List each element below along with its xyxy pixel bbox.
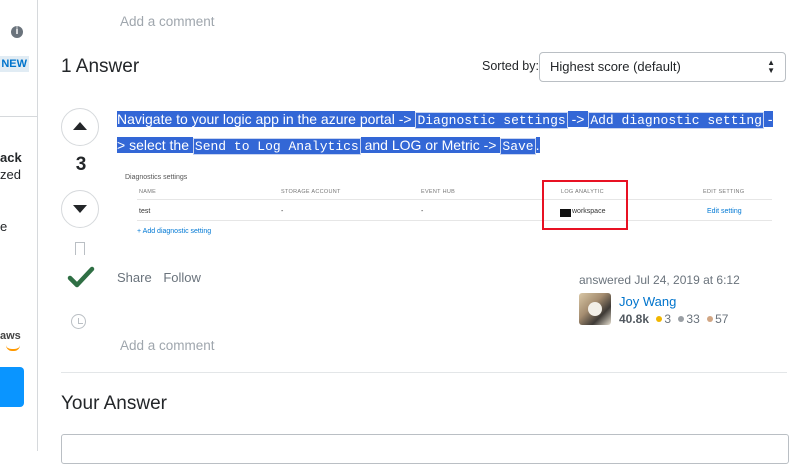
screenshot-cell-eventhub: - — [421, 208, 424, 215]
answer-editor[interactable] — [61, 434, 789, 464]
answer-text-segment: . — [535, 137, 540, 153]
sidebar-text-3: e — [0, 219, 8, 234]
gold-badge-count: 3 — [664, 312, 672, 326]
user-name-link[interactable]: Joy Wang — [619, 294, 676, 309]
answer-text-segment: -> — [567, 111, 589, 127]
silver-badge-count: 33 — [686, 312, 700, 326]
screenshot-divider — [137, 199, 772, 200]
post-menu: Share Follow — [117, 270, 209, 285]
vote-count: 3 — [75, 154, 87, 175]
aws-logo-smile — [6, 345, 20, 351]
answer-text-segment: and LOG or Metric -> — [360, 137, 501, 153]
sort-label: Sorted by: — [482, 59, 539, 73]
sidebar-divider — [0, 116, 37, 117]
screenshot-title: Diagnostics settings — [125, 174, 188, 181]
sort-select[interactable]: Highest score (default) ▲ ▼ — [539, 52, 786, 82]
screenshot-header-storage: STORAGE ACCOUNT — [281, 189, 341, 195]
screenshot-edit-link: Edit setting — [707, 208, 742, 215]
answer-code-segment: Add diagnostic setting — [588, 112, 764, 129]
answered-timestamp[interactable]: answered Jul 24, 2019 at 6:12 — [579, 273, 740, 287]
answers-count-title: 1 Answer — [61, 56, 140, 77]
new-badge: NEW — [0, 56, 29, 72]
gold-badge-icon — [656, 316, 663, 322]
screenshot-header-edit: EDIT SETTING — [703, 189, 745, 195]
sidebar-text-1: ack — [0, 150, 22, 165]
screenshot-divider — [137, 220, 772, 221]
question-add-comment-link[interactable]: Add a comment — [120, 14, 215, 29]
bookmark-notch — [75, 251, 85, 256]
silver-badge-icon — [678, 316, 685, 322]
aws-logo[interactable]: aws — [0, 330, 21, 342]
highlight-rectangle — [542, 180, 628, 230]
follow-link[interactable]: Follow — [163, 270, 201, 285]
user-reputation: 40.8k 3 33 57 — [619, 312, 728, 326]
answer-add-comment-link[interactable]: Add a comment — [120, 338, 215, 353]
sidebar-button[interactable] — [0, 367, 24, 407]
screenshot-cell-storage: - — [281, 208, 284, 215]
avatar-face — [588, 302, 602, 316]
reputation-score: 40.8k — [619, 312, 650, 326]
section-divider — [61, 372, 787, 373]
left-sidebar: i NEW ack zed e aws — [0, 0, 38, 451]
screenshot-header-name: NAME — [139, 189, 157, 195]
arrow-down-icon — [73, 205, 87, 213]
your-answer-title: Your Answer — [61, 393, 167, 414]
sidebar-text-2: zed — [0, 167, 21, 182]
answer-text-segment: Navigate to your logic app in the azure … — [117, 111, 416, 127]
screenshot-cell-name: test — [139, 208, 151, 215]
answer-code-segment: Save — [500, 138, 536, 155]
bronze-badge-count: 57 — [715, 312, 729, 326]
screenshot-header-eventhub: EVENT HUB — [421, 189, 456, 195]
answer-screenshot: Diagnostics settings NAME STORAGE ACCOUN… — [117, 170, 777, 240]
sort-select-value: Highest score (default) — [550, 59, 681, 74]
user-avatar[interactable] — [579, 293, 611, 325]
upvote-button[interactable] — [61, 108, 99, 146]
arrow-up-icon — [73, 122, 87, 130]
history-icon-hand — [78, 318, 83, 324]
answer-code-segment: Diagnostic settings — [415, 112, 568, 129]
downvote-button[interactable] — [61, 190, 99, 228]
select-arrows-icon: ▲ ▼ — [767, 58, 775, 75]
info-icon[interactable]: i — [11, 26, 23, 38]
share-link[interactable]: Share — [117, 270, 152, 285]
answer-code-segment: Send to Log Analytics — [192, 138, 361, 155]
bronze-badge-icon — [707, 316, 714, 322]
screenshot-add-link: + Add diagnostic setting — [137, 228, 212, 235]
accepted-check-icon — [67, 266, 95, 288]
answer-body: Navigate to your logic app in the azure … — [117, 107, 777, 159]
